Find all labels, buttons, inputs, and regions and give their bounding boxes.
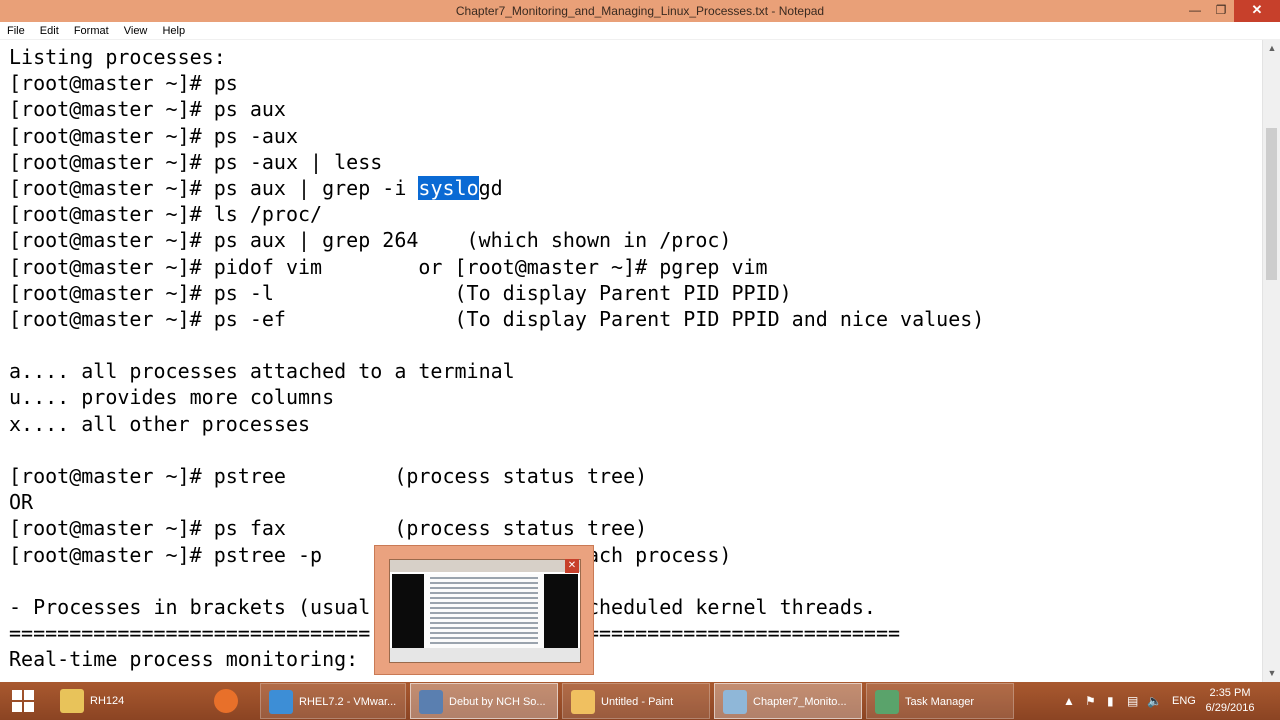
text-line: u.... provides more columns	[9, 385, 335, 410]
restore-button[interactable]: ❐	[1208, 0, 1234, 22]
network-icon[interactable]: ▤	[1127, 682, 1138, 720]
clock-date: 6/29/2016	[1205, 702, 1255, 714]
text-line: [root@master ~]# ps fax (process status …	[9, 516, 648, 541]
text-line: [root@master ~]# ps -aux	[9, 123, 298, 148]
text-line: [root@master ~]# pstree (process status …	[9, 464, 648, 488]
windows-logo-icon	[12, 690, 34, 713]
taskbar-item-debut[interactable]: Debut by NCH So...	[410, 683, 558, 719]
taskbar-item-firefox[interactable]	[206, 683, 252, 719]
line-text: gd	[478, 175, 503, 200]
taskbar-item-vmware[interactable]: RHEL7.2 - VMwar...	[260, 683, 406, 719]
menu-help[interactable]: Help	[156, 22, 191, 40]
scrollbar-thumb[interactable]	[1266, 128, 1277, 280]
menu-file[interactable]: File	[0, 22, 31, 40]
text-line: [root@master ~]# ps -ef (To display Pare…	[9, 306, 985, 331]
taskbar-thumbnail-preview[interactable]: ✕	[374, 545, 594, 675]
notepad-icon	[723, 690, 747, 715]
taskbar-item-rh124[interactable]: RH124	[52, 683, 192, 719]
menu-bar: File Edit Format View Help	[0, 22, 1280, 40]
task-manager-icon	[875, 690, 899, 715]
minimize-button[interactable]: —	[1182, 0, 1208, 22]
menu-view[interactable]: View	[118, 22, 154, 40]
taskbar-item-paint[interactable]: Untitled - Paint	[562, 683, 710, 719]
preview-image[interactable]	[389, 559, 581, 663]
vertical-scrollbar[interactable]: ▲ ▼	[1262, 40, 1280, 682]
text-editor[interactable]: Listing processes: [root@master ~]# ps [ro…	[0, 40, 1262, 682]
text-line: a.... all processes attached to a termin…	[9, 359, 515, 384]
taskbar-item-notepad[interactable]: Chapter7_Monito...	[714, 683, 862, 719]
clock-time: 2:35 PM	[1209, 687, 1251, 699]
power-icon[interactable]: ▮	[1107, 682, 1114, 720]
scroll-up-icon[interactable]: ▲	[1263, 40, 1280, 57]
selected-text: syslo	[418, 175, 479, 200]
title-bar[interactable]: Chapter7_Monitoring_and_Managing_Linux_P…	[0, 0, 1280, 22]
close-button[interactable]: ✕	[1234, 0, 1280, 22]
menu-edit[interactable]: Edit	[34, 22, 65, 40]
text-line: x.... all other processes	[9, 411, 311, 436]
vmware-icon	[269, 690, 293, 715]
firefox-icon	[214, 689, 238, 714]
flag-icon[interactable]: ⚑	[1085, 682, 1096, 720]
folder-icon	[60, 689, 84, 714]
text-line	[9, 437, 984, 463]
text-line: [root@master ~]# ps	[9, 71, 238, 96]
text-line: Listing processes:	[9, 45, 226, 69]
text-line: OR	[9, 490, 34, 515]
text-line: [root@master ~]# ps aux | grep -i syslog…	[9, 175, 984, 201]
volume-icon[interactable]: 🔈	[1147, 682, 1162, 720]
show-hidden-icons-icon[interactable]: ▲	[1063, 682, 1075, 720]
line-text: [root@master ~]# ps aux | grep -i	[9, 175, 419, 200]
text-line: [root@master ~]# ps -l (To display Paren…	[9, 280, 792, 305]
paint-icon	[571, 690, 595, 715]
system-tray: ▲ ⚑ ▮ ▤ 🔈 ENG 2:35 PM 6/29/2016	[1055, 682, 1280, 720]
scroll-down-icon[interactable]: ▼	[1263, 665, 1280, 682]
text-line: [root@master ~]# pidof vim or [root@mast…	[9, 254, 768, 279]
taskbar: RH124 RHEL7.2 - VMwar... Debut by NCH So…	[0, 682, 1280, 720]
text-line: [root@master ~]# ps aux	[9, 97, 286, 122]
text-line	[9, 332, 984, 358]
clock[interactable]: 2:35 PM 6/29/2016	[1200, 686, 1260, 716]
language-indicator[interactable]: ENG	[1172, 682, 1196, 720]
text-line: [root@master ~]# ls /proc/	[9, 202, 323, 227]
window-title: Chapter7_Monitoring_and_Managing_Linux_P…	[455, 4, 825, 18]
menu-format[interactable]: Format	[68, 22, 115, 40]
debut-icon	[419, 690, 443, 715]
start-button[interactable]	[0, 683, 46, 719]
text-line: [root@master ~]# ps aux | grep 264 (whic…	[9, 228, 732, 253]
preview-close-icon[interactable]: ✕	[565, 559, 579, 573]
text-line: [root@master ~]# ps -aux | less	[9, 149, 383, 174]
taskbar-item-task-manager[interactable]: Task Manager	[866, 683, 1014, 719]
